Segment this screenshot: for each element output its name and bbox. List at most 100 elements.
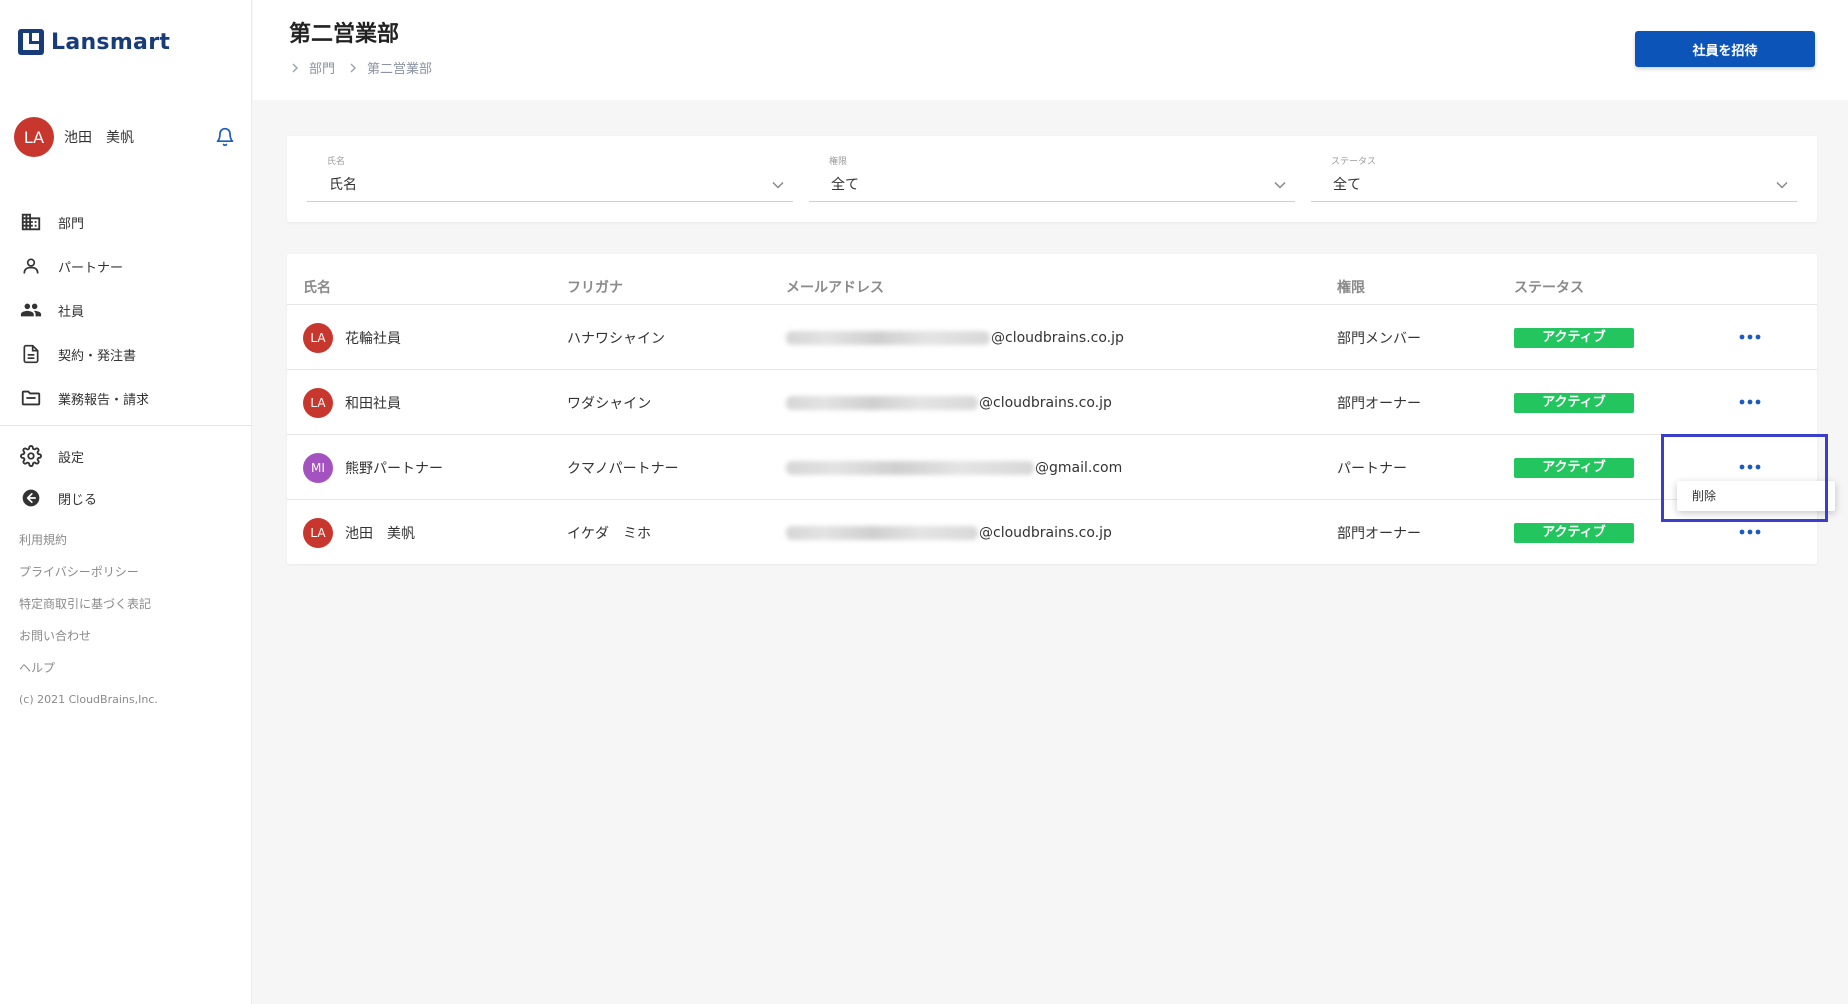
status-badge: アクティブ bbox=[1514, 392, 1634, 413]
chevron-down-icon bbox=[1274, 181, 1286, 189]
members-table: 氏名 フリガナ メールアドレス 権限 ステータス LA 花輪社員 ハナワシャイン… bbox=[287, 254, 1817, 564]
email-cell: @gmail.com bbox=[786, 435, 1122, 500]
table-row: LA 池田 美帆 イケダ ミホ @cloudbrains.co.jp 部門オーナ… bbox=[287, 499, 1817, 564]
sidebar-item-reports[interactable]: 業務報告・請求 bbox=[0, 376, 252, 420]
user-profile: LA 池田 美帆 bbox=[14, 117, 238, 157]
more-horizontal-icon bbox=[1739, 334, 1761, 340]
row-actions-button[interactable] bbox=[1735, 324, 1765, 350]
email-redacted bbox=[786, 330, 990, 345]
bell-icon bbox=[216, 127, 234, 147]
name-cell: MI 熊野パートナー bbox=[303, 435, 443, 500]
gear-icon bbox=[20, 445, 42, 467]
sidebar-item-employees[interactable]: 社員 bbox=[0, 288, 252, 332]
kana-cell: ハナワシャイン bbox=[567, 330, 665, 347]
role-filter-select[interactable]: 権限 全て bbox=[809, 154, 1295, 202]
email-domain: @gmail.com bbox=[1035, 459, 1123, 476]
status-filter-select[interactable]: ステータス 全て bbox=[1311, 154, 1797, 202]
email-domain: @cloudbrains.co.jp bbox=[979, 524, 1112, 541]
sidebar-item-close[interactable]: 閉じる bbox=[0, 477, 252, 519]
avatar: LA bbox=[303, 517, 333, 548]
filter-value: 氏名 bbox=[329, 177, 357, 193]
sidebar-item-departments[interactable]: 部門 bbox=[0, 200, 252, 244]
notification-bell-button[interactable] bbox=[212, 124, 238, 150]
privacy-policy-link[interactable]: プライバシーポリシー bbox=[19, 560, 158, 592]
role-cell: 部門オーナー bbox=[1337, 395, 1421, 412]
column-header-status: ステータス bbox=[1514, 280, 1584, 296]
people-icon bbox=[20, 299, 42, 321]
sidebar-item-contracts[interactable]: 契約・発注書 bbox=[0, 332, 252, 376]
column-header-kana: フリガナ bbox=[567, 280, 623, 296]
kana-cell: イケダ ミホ bbox=[567, 525, 651, 542]
building-icon bbox=[20, 211, 42, 233]
help-link[interactable]: ヘルプ bbox=[19, 656, 158, 688]
lansmart-logo-icon bbox=[18, 29, 44, 55]
email-cell: @cloudbrains.co.jp bbox=[786, 370, 1112, 435]
sidebar: Lansmart LA 池田 美帆 部門 パートナー 社員 契約・発注書 業務報… bbox=[0, 0, 252, 1004]
member-name: 花輪社員 bbox=[345, 330, 401, 347]
row-actions-button[interactable] bbox=[1735, 389, 1765, 415]
email-domain: @cloudbrains.co.jp bbox=[991, 329, 1124, 346]
member-name: 和田社員 bbox=[345, 395, 401, 412]
name-filter-select[interactable]: 氏名 氏名 bbox=[307, 154, 793, 202]
avatar: LA bbox=[303, 387, 333, 418]
name-cell: LA 池田 美帆 bbox=[303, 500, 415, 565]
more-horizontal-icon bbox=[1739, 529, 1761, 535]
role-cell: パートナー bbox=[1337, 460, 1407, 477]
avatar: LA bbox=[303, 322, 333, 353]
row-actions-menu: 削除 bbox=[1677, 481, 1835, 511]
sidebar-item-label: 閉じる bbox=[58, 492, 98, 508]
status-badge: アクティブ bbox=[1514, 522, 1634, 543]
sidebar-item-settings[interactable]: 設定 bbox=[0, 435, 252, 477]
logo[interactable]: Lansmart bbox=[18, 28, 170, 56]
more-horizontal-icon bbox=[1739, 464, 1761, 470]
page-header: 第二営業部 部門 第二営業部 社員を招待 bbox=[253, 0, 1848, 100]
sidebar-item-label: 業務報告・請求 bbox=[58, 392, 150, 408]
breadcrumb-item-current[interactable]: 第二営業部 bbox=[367, 58, 432, 77]
email-redacted bbox=[786, 525, 978, 540]
status-cell: アクティブ bbox=[1514, 370, 1634, 435]
terms-link[interactable]: 利用規約 bbox=[19, 528, 158, 560]
sidebar-item-label: 設定 bbox=[58, 450, 85, 466]
sidebar-item-label: 契約・発注書 bbox=[58, 348, 137, 364]
sidebar-item-partners[interactable]: パートナー bbox=[0, 244, 252, 288]
sidebar-item-label: 部門 bbox=[58, 216, 85, 232]
kana-cell: クマノパートナー bbox=[567, 460, 679, 477]
filter-card: 氏名 氏名 権限 全て ステータス 全て bbox=[287, 136, 1817, 222]
more-horizontal-icon bbox=[1739, 399, 1761, 405]
filter-label: ステータス bbox=[1331, 157, 1377, 167]
name-cell: LA 花輪社員 bbox=[303, 305, 401, 370]
status-badge: アクティブ bbox=[1514, 457, 1634, 478]
filter-label: 権限 bbox=[829, 157, 848, 167]
status-cell: アクティブ bbox=[1514, 435, 1634, 500]
person-icon bbox=[20, 255, 42, 277]
row-actions-button[interactable] bbox=[1735, 454, 1765, 480]
column-header-email: メールアドレス bbox=[786, 280, 884, 296]
user-avatar[interactable]: LA bbox=[14, 117, 54, 157]
email-redacted bbox=[786, 395, 978, 410]
filter-label: 氏名 bbox=[327, 157, 346, 167]
avatar: MI bbox=[303, 452, 333, 483]
member-name: 熊野パートナー bbox=[345, 460, 443, 477]
sidebar-item-label: 社員 bbox=[58, 304, 85, 320]
kana-cell: ワダシャイン bbox=[567, 395, 652, 412]
contact-link[interactable]: お問い合わせ bbox=[19, 624, 158, 656]
chevron-right-icon bbox=[289, 62, 301, 74]
table-row: LA 花輪社員 ハナワシャイン @cloudbrains.co.jp 部門メンバ… bbox=[287, 304, 1817, 369]
main-nav: 部門 パートナー 社員 契約・発注書 業務報告・請求 bbox=[0, 200, 252, 420]
member-name: 池田 美帆 bbox=[345, 525, 415, 542]
filter-value: 全て bbox=[831, 177, 859, 193]
arrow-left-circle-icon bbox=[20, 487, 42, 509]
status-cell: アクティブ bbox=[1514, 500, 1634, 565]
chevron-right-icon bbox=[347, 62, 359, 74]
copyright: (c) 2021 CloudBrains,Inc. bbox=[19, 693, 158, 706]
table-row: LA 和田社員 ワダシャイン @cloudbrains.co.jp 部門オーナー… bbox=[287, 369, 1817, 434]
invite-employee-button[interactable]: 社員を招待 bbox=[1635, 31, 1815, 67]
breadcrumb-item-departments[interactable]: 部門 bbox=[309, 58, 335, 77]
row-actions-button[interactable] bbox=[1735, 519, 1765, 545]
sidebar-item-label: パートナー bbox=[58, 260, 124, 276]
folder-icon bbox=[20, 387, 42, 409]
commercial-law-link[interactable]: 特定商取引に基づく表記 bbox=[19, 592, 158, 624]
status-badge: アクティブ bbox=[1514, 327, 1634, 348]
delete-menu-item[interactable]: 削除 bbox=[1677, 481, 1835, 511]
breadcrumb: 部門 第二営業部 bbox=[289, 58, 444, 77]
